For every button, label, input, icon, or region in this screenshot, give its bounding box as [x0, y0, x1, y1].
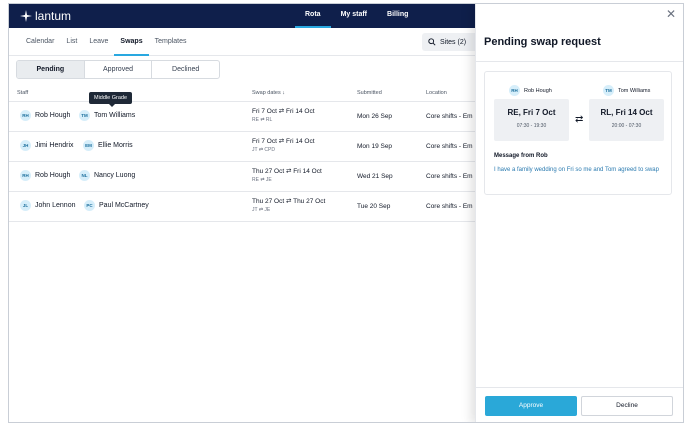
swap-partner[interactable]: EM Ellie Morris: [83, 140, 133, 151]
logo[interactable]: lantum: [20, 9, 71, 23]
requester[interactable]: JL John Lennon: [20, 200, 75, 211]
swap-partner[interactable]: PC Paul McCartney: [84, 200, 149, 211]
sites-filter-button[interactable]: Sites (2): [422, 33, 482, 51]
tab-templates[interactable]: Templates: [149, 28, 193, 56]
swap-partner[interactable]: TM Tom Williams: [79, 110, 135, 121]
divider: [476, 61, 683, 62]
status-filter: Pending Approved Declined: [16, 60, 220, 79]
tab-leave[interactable]: Leave: [83, 28, 114, 56]
swap-details-card: RH Rob Hough TM Tom Williams RE, Fri 7 O…: [484, 71, 672, 195]
table-row[interactable]: RH Rob Hough NL Nancy Luong Thu 27 Oct ⇄…: [9, 162, 475, 192]
filter-approved[interactable]: Approved: [85, 61, 153, 78]
panel-title: Pending swap request: [484, 36, 601, 48]
location: Core shifts - Em: [426, 173, 473, 180]
from-shift-code: RE, Fri 7 Oct: [507, 108, 556, 117]
nav-my-staff[interactable]: My staff: [331, 4, 377, 28]
swap-dates: Fri 7 Oct ⇄ Fri 14 Oct RE ⇄ RL: [252, 107, 315, 125]
shift-codes: JT ⇄ CPD: [252, 147, 275, 153]
location: Core shifts - Em: [426, 143, 473, 150]
header-staff: Staff: [17, 90, 29, 96]
avatar: RH: [20, 110, 31, 121]
nav-billing[interactable]: Billing: [377, 4, 418, 28]
grade-tooltip: Middle Grade: [89, 92, 133, 107]
header-location: Location: [426, 90, 447, 96]
requester-name: John Lennon: [35, 202, 76, 209]
message-label: Message from Rob: [494, 153, 548, 159]
to-shift: RL, Fri 14 Oct 20:00 - 07:30: [589, 99, 664, 141]
from-person: RH Rob Hough: [509, 85, 552, 96]
nav-rota[interactable]: Rota: [295, 4, 331, 28]
to-name: Tom Williams: [618, 87, 651, 94]
avatar: EM: [83, 140, 94, 151]
to-shift-code: RL, Fri 14 Oct: [600, 108, 653, 117]
avatar: TM: [79, 110, 90, 121]
swap-date-range: Thu 27 Oct ⇄ Thu 27 Oct: [252, 198, 326, 205]
submitted-date: Tue 20 Sep: [357, 203, 391, 210]
app-window: lantum Rota My staff Billing Calendar Li…: [8, 3, 684, 423]
panel-footer-divider: [476, 387, 683, 388]
partner-name: Nancy Luong: [94, 172, 136, 179]
avatar: TM: [603, 85, 614, 96]
header-swap-dates[interactable]: Swap dates ↓: [252, 90, 285, 96]
avatar: NL: [79, 170, 90, 181]
swap-request-panel: ✕ Pending swap request RH Rob Hough TM T…: [475, 4, 683, 422]
swap-date-range: Thu 27 Oct ⇄ Fri 14 Oct: [252, 168, 322, 175]
requester[interactable]: JH Jimi Hendrix: [20, 140, 74, 151]
top-nav: lantum Rota My staff Billing: [9, 4, 475, 28]
partner-name: Paul McCartney: [99, 202, 149, 209]
avatar: PC: [84, 200, 95, 211]
lantum-logo-icon: [20, 10, 32, 22]
swap-dates: Thu 27 Oct ⇄ Thu 27 Oct JT ⇄ JE: [252, 197, 325, 215]
close-icon[interactable]: ✕: [666, 7, 676, 21]
filter-pending[interactable]: Pending: [17, 61, 85, 78]
search-icon: [428, 38, 436, 46]
shift-codes: RE ⇄ RL: [252, 117, 273, 123]
requester-name: Rob Hough: [35, 112, 71, 119]
avatar: RH: [509, 85, 520, 96]
avatar: JH: [20, 140, 31, 151]
requester[interactable]: RH Rob Hough: [20, 110, 70, 121]
partner-name: Tom Williams: [94, 112, 136, 119]
shift-codes: JT ⇄ JE: [252, 207, 271, 213]
from-shift: RE, Fri 7 Oct 07:30 - 19:30: [494, 99, 569, 141]
sub-nav: Calendar List Leave Swaps Templates Site…: [9, 28, 482, 56]
message-text: I have a family wedding on Fri so me and…: [494, 167, 659, 173]
filter-declined[interactable]: Declined: [152, 61, 219, 78]
table-row[interactable]: JL John Lennon PC Paul McCartney Thu 27 …: [9, 192, 475, 222]
swap-arrows-icon: ⇄: [575, 114, 584, 125]
from-name: Rob Hough: [524, 87, 552, 94]
sites-label: Sites (2): [440, 38, 467, 46]
location: Core shifts - Em: [426, 113, 473, 120]
avatar: RH: [20, 170, 31, 181]
table-row[interactable]: JH Jimi Hendrix EM Ellie Morris Fri 7 Oc…: [9, 132, 475, 162]
table-row[interactable]: RH Rob Hough TM Tom Williams Fri 7 Oct ⇄…: [9, 102, 475, 132]
submitted-date: Mon 19 Sep: [357, 143, 393, 150]
swap-date-range: Fri 7 Oct ⇄ Fri 14 Oct: [252, 108, 315, 115]
tab-swaps[interactable]: Swaps: [114, 28, 149, 56]
shift-codes: RE ⇄ JE: [252, 177, 272, 183]
from-shift-time: 07:30 - 19:30: [516, 123, 547, 129]
tab-list[interactable]: List: [60, 28, 83, 56]
swap-dates: Thu 27 Oct ⇄ Fri 14 Oct RE ⇄ JE: [252, 167, 322, 185]
avatar: JL: [20, 200, 31, 211]
to-shift-time: 20:00 - 07:30: [611, 123, 642, 129]
approve-button[interactable]: Approve: [485, 396, 577, 416]
submitted-date: Wed 21 Sep: [357, 173, 393, 180]
requester-name: Jimi Hendrix: [35, 142, 74, 149]
tab-calendar[interactable]: Calendar: [20, 28, 60, 56]
header-submitted: Submitted: [357, 90, 382, 96]
swap-partner[interactable]: NL Nancy Luong: [79, 170, 135, 181]
swap-dates: Fri 7 Oct ⇄ Fri 14 Oct JT ⇄ CPD: [252, 137, 315, 155]
table-header: Staff Swap dates ↓ Submitted Location: [9, 84, 475, 102]
requester[interactable]: RH Rob Hough: [20, 170, 70, 181]
brand-name: lantum: [35, 9, 72, 23]
decline-button[interactable]: Decline: [581, 396, 673, 416]
to-person: TM Tom Williams: [603, 85, 650, 96]
partner-name: Ellie Morris: [98, 142, 133, 149]
swap-date-range: Fri 7 Oct ⇄ Fri 14 Oct: [252, 138, 315, 145]
location: Core shifts - Em: [426, 203, 473, 210]
requester-name: Rob Hough: [35, 172, 71, 179]
submitted-date: Mon 26 Sep: [357, 113, 393, 120]
